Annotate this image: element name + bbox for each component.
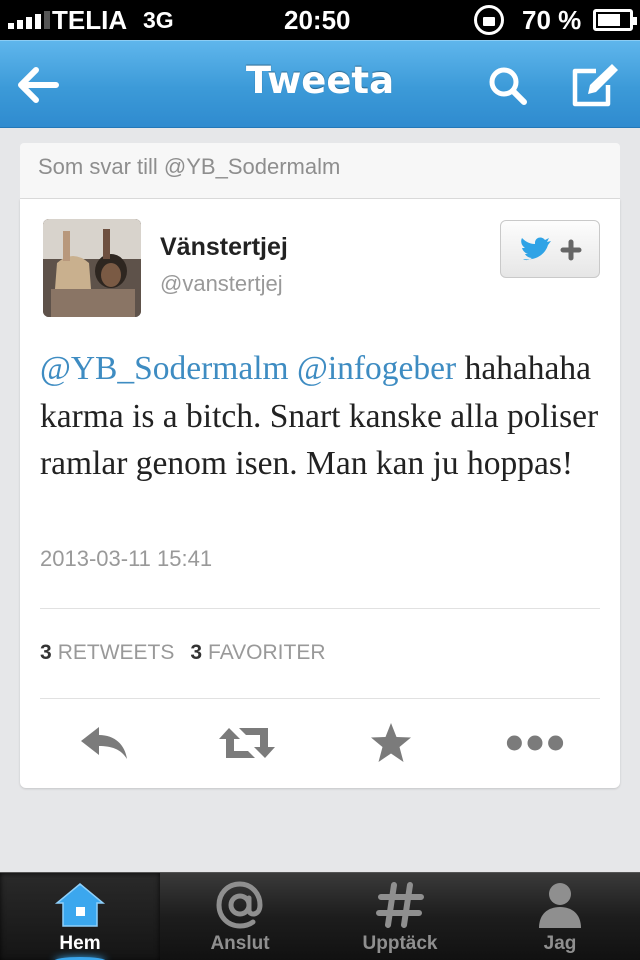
tweet-card: Vänstertjej @vanstertjej @YB_Sodermalm @… <box>20 199 620 788</box>
follow-button[interactable] <box>500 220 600 278</box>
tab-label: Upptäck <box>362 933 438 954</box>
tweet-stats: 3 RETWEETS 3 FAVORITER <box>40 641 326 665</box>
search-icon[interactable] <box>480 61 536 111</box>
retweets-stat[interactable]: 3 RETWEETS <box>40 641 174 665</box>
divider <box>40 608 600 609</box>
retweet-label: RETWEETS <box>57 641 175 664</box>
status-bar: TELIA 3G 20:50 70 % <box>0 0 640 40</box>
rotation-lock-icon <box>474 5 504 35</box>
retweet-icon[interactable] <box>217 713 277 773</box>
twitter-bird-follow-icon <box>521 237 582 261</box>
tab-home[interactable]: Hem <box>0 873 160 960</box>
battery-icon <box>593 9 637 31</box>
tab-label: Anslut <box>210 933 270 954</box>
display-name[interactable]: Vänstertjej <box>160 233 288 262</box>
favorite-label: FAVORITER <box>208 641 326 664</box>
tweet-text: @YB_Sodermalm @infogeber hahahaha karma … <box>40 345 605 488</box>
favorites-stat[interactable]: 3 FAVORITER <box>190 641 325 665</box>
avatar[interactable] <box>43 219 141 317</box>
page-title: Tweeta <box>245 59 395 102</box>
tab-label: Hem <box>59 933 101 954</box>
more-icon[interactable] <box>505 713 565 773</box>
tab-me[interactable]: Jag <box>480 873 640 960</box>
home-icon <box>50 879 110 931</box>
signal-strength-icon <box>8 11 50 29</box>
tab-connect[interactable]: Anslut <box>160 873 320 960</box>
favorite-star-icon[interactable] <box>361 713 421 773</box>
compose-icon[interactable] <box>566 59 622 113</box>
network-type: 3G <box>143 7 174 33</box>
retweet-count: 3 <box>40 641 52 664</box>
at-icon <box>210 879 270 931</box>
battery-percentage: 70 % <box>522 5 582 35</box>
reply-icon[interactable] <box>74 713 134 773</box>
in-reply-to-header[interactable]: Som svar till @YB_Sodermalm <box>20 143 620 199</box>
carrier-name: TELIA <box>52 5 128 35</box>
clock: 20:50 <box>284 5 351 35</box>
screen-name[interactable]: @vanstertjej <box>160 271 283 297</box>
tweet-timestamp: 2013-03-11 15:41 <box>40 546 213 571</box>
mention-link[interactable]: @YB_Sodermalm <box>40 350 289 387</box>
tab-label: Jag <box>543 933 577 954</box>
mention-link[interactable]: @infogeber <box>297 350 456 387</box>
person-icon <box>530 879 590 931</box>
favorite-count: 3 <box>190 641 203 664</box>
navigation-bar: Tweeta <box>0 40 640 128</box>
divider <box>40 698 600 699</box>
hashtag-icon <box>370 879 430 931</box>
tab-bar: Hem Anslut Upptäck Jag <box>0 872 640 960</box>
tab-discover[interactable]: Upptäck <box>320 873 480 960</box>
